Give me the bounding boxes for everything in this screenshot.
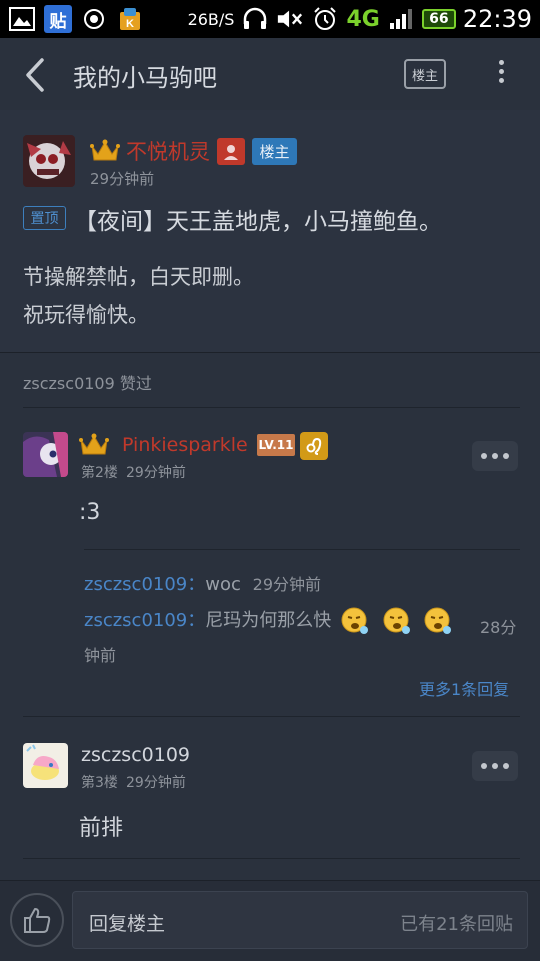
back-arrow-icon bbox=[26, 58, 44, 92]
overflow-menu-button[interactable] bbox=[488, 56, 514, 94]
signal-icon bbox=[387, 5, 415, 33]
floor-content: 前排 bbox=[79, 816, 124, 841]
tieba-app-icon: 贴 bbox=[44, 5, 72, 33]
more-replies-link[interactable]: 更多1条回复 bbox=[419, 676, 509, 700]
main-post: 不悦机灵 楼主 29分钟前 置顶 【夜间】天王盖地虎，小马撞鲍鱼。 节操解禁帖，… bbox=[0, 110, 540, 353]
dot-icon bbox=[503, 453, 509, 459]
crown-icon bbox=[79, 432, 109, 462]
emoji-spit-icon bbox=[382, 606, 412, 636]
user-card-icon[interactable] bbox=[217, 138, 245, 165]
network-type: 4G bbox=[346, 6, 380, 32]
dot-icon bbox=[503, 763, 509, 769]
emoji-spit-icon bbox=[423, 606, 453, 636]
back-button[interactable] bbox=[18, 56, 52, 94]
battery-icon: 66 bbox=[421, 9, 456, 29]
author-name[interactable]: 不悦机灵 bbox=[126, 136, 210, 166]
floor-avatar[interactable] bbox=[23, 432, 68, 477]
sub-reply[interactable]: zsczsc0109：尼玛为何那么快 28分 bbox=[84, 606, 520, 637]
crown-icon bbox=[90, 138, 120, 168]
pony-avatar-image bbox=[23, 135, 75, 187]
author-avatar[interactable] bbox=[23, 135, 75, 187]
thumbs-up-icon bbox=[24, 908, 51, 933]
post-time: 29分钟前 bbox=[90, 170, 155, 188]
dot-icon bbox=[492, 453, 498, 459]
pony-avatar-image bbox=[23, 743, 68, 788]
dot-icon bbox=[492, 763, 498, 769]
floor-time: 29分钟前 bbox=[126, 465, 186, 481]
post-title: 【夜间】天王盖地虎，小马撞鲍鱼。 bbox=[74, 209, 442, 235]
sub-reply-user[interactable]: zsczsc0109： bbox=[84, 610, 205, 631]
post-body-line: 节操解禁帖，白天即删。 bbox=[23, 265, 254, 289]
top-app-bar: 我的小马驹吧 楼主 bbox=[0, 38, 540, 111]
floor-author-name[interactable]: zsczsc0109 bbox=[81, 744, 190, 766]
divider bbox=[23, 858, 520, 859]
reply-placeholder: 回复楼主 bbox=[89, 913, 166, 935]
page-title: 我的小马驹吧 bbox=[73, 64, 217, 92]
app-notification-icon: K bbox=[116, 5, 144, 33]
net-speed: 26B/S bbox=[187, 9, 235, 29]
floor-content: :3 bbox=[79, 500, 101, 525]
pony-avatar-image bbox=[23, 432, 68, 477]
dot-icon bbox=[481, 453, 487, 459]
sub-reply-text: woc bbox=[205, 574, 241, 595]
post-body-line: 祝玩得愉快。 bbox=[23, 303, 149, 327]
mute-icon bbox=[276, 5, 304, 33]
sub-reply-time: 29分钟前 bbox=[252, 575, 322, 594]
clock: 22:39 bbox=[462, 5, 532, 33]
op-badge: 楼主 bbox=[252, 138, 297, 165]
pinned-badge: 置顶 bbox=[23, 206, 66, 230]
reply-count: 已有21条回贴 bbox=[400, 914, 513, 935]
level-badge: LV.11 bbox=[257, 434, 295, 456]
reply-input[interactable]: 回复楼主 已有21条回贴 bbox=[72, 891, 528, 949]
floor-number: 第2楼 bbox=[81, 465, 118, 481]
floor-author-name[interactable]: Pinkiesparkle bbox=[122, 434, 248, 456]
zodiac-leo-icon bbox=[300, 432, 328, 460]
post-body: 节操解禁帖，白天即删。 祝玩得愉快。 bbox=[23, 258, 254, 334]
sub-reply-time-cont: 钟前 bbox=[84, 646, 117, 665]
like-button[interactable] bbox=[10, 893, 64, 947]
status-bar: 贴 K 26B/S 4G 66 22:39 bbox=[0, 0, 540, 38]
emoji-spit-icon bbox=[340, 606, 370, 636]
only-op-button[interactable]: 楼主 bbox=[404, 59, 446, 89]
alarm-icon bbox=[311, 5, 339, 33]
floor-number: 第3楼 bbox=[81, 775, 118, 791]
bottom-reply-bar: 回复楼主 已有21条回贴 bbox=[0, 880, 540, 961]
headphones-icon bbox=[241, 5, 269, 33]
gallery-icon bbox=[8, 5, 36, 33]
floor-time: 29分钟前 bbox=[126, 775, 186, 791]
floor-more-button[interactable] bbox=[472, 751, 518, 781]
liked-by[interactable]: zsczsc0109 赞过 bbox=[23, 370, 152, 394]
settings-circle-icon bbox=[80, 5, 108, 33]
sub-reply-time: 28分 bbox=[480, 618, 517, 637]
divider bbox=[23, 407, 520, 408]
sub-reply[interactable]: zsczsc0109：woc 29分钟前 bbox=[84, 570, 321, 596]
sub-reply-user[interactable]: zsczsc0109： bbox=[84, 574, 205, 595]
floor-more-button[interactable] bbox=[472, 441, 518, 471]
svg-text:K: K bbox=[126, 18, 134, 30]
divider bbox=[23, 716, 520, 717]
divider bbox=[84, 549, 520, 550]
floor-avatar[interactable] bbox=[23, 743, 68, 788]
sub-reply-text: 尼玛为何那么快 bbox=[205, 610, 332, 631]
more-vertical-icon bbox=[488, 60, 514, 83]
dot-icon bbox=[481, 763, 487, 769]
